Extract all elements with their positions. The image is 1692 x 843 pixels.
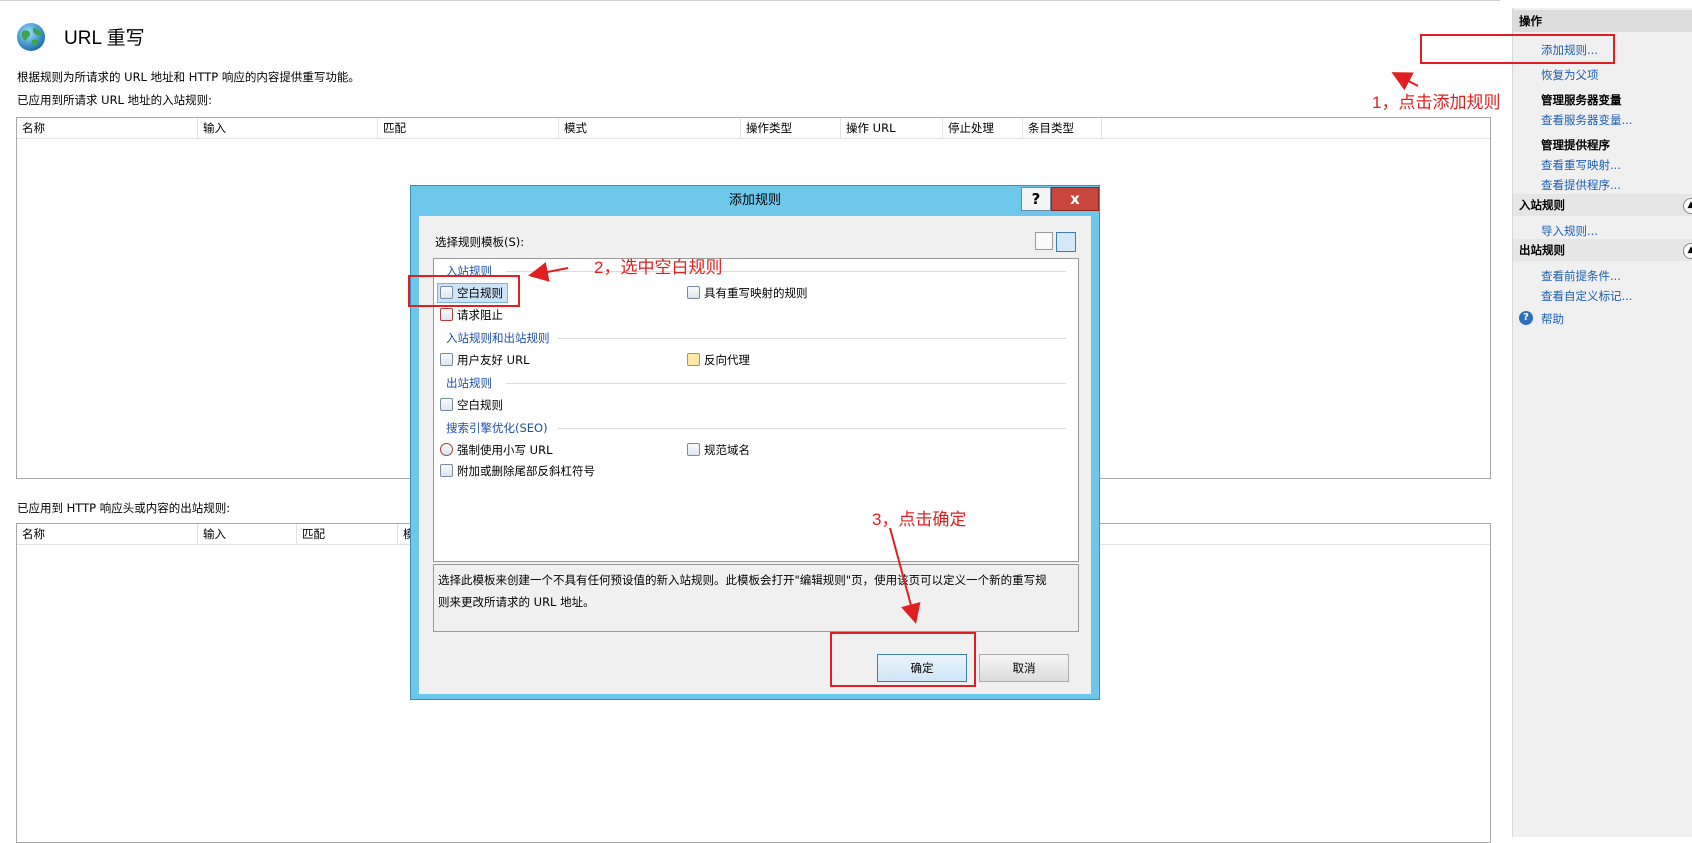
annotation-arrows [528, 72, 1419, 624]
arrow-step2 [528, 262, 569, 282]
arrow-step1 [1391, 72, 1419, 91]
arrow-step3 [889, 527, 921, 624]
